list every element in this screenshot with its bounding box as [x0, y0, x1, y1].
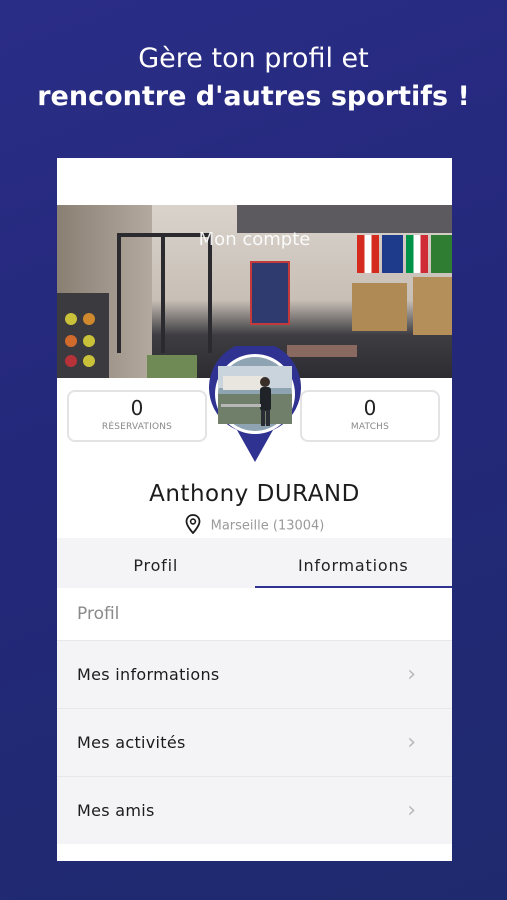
kettlebell-shelf — [57, 293, 109, 378]
wood-panel — [413, 277, 452, 335]
floor-mat — [147, 355, 197, 378]
chevron-right-icon: › — [407, 730, 416, 755]
wood-panel — [352, 283, 407, 331]
menu-item-label: Mes amis — [77, 801, 155, 820]
profile-tabs: Profil Informations — [57, 538, 452, 588]
avatar[interactable] — [207, 341, 303, 466]
matches-count: 0 — [363, 396, 377, 420]
chevron-right-icon: › — [407, 798, 416, 823]
tab-profil[interactable]: Profil — [57, 538, 255, 588]
location-text: Marseille (13004) — [210, 518, 325, 534]
section-title: Profil — [57, 588, 452, 640]
page-title: Mon compte — [198, 229, 311, 250]
wall-poster — [250, 261, 290, 325]
matches-stat[interactable]: 0 MATCHS — [300, 390, 440, 442]
reservations-stat[interactable]: 0 RÉSERVATIONS — [67, 390, 207, 442]
location-pin-icon — [185, 514, 201, 538]
reservations-count: 0 — [130, 396, 144, 420]
chevron-right-icon: › — [407, 662, 416, 687]
user-name: Anthony DURAND — [149, 481, 360, 507]
menu-item-label: Mes activités — [77, 733, 186, 752]
promo-line-2: rencontre d'autres sportifs ! — [37, 81, 470, 112]
menu-item-mes-amis[interactable]: Mes amis › — [57, 776, 452, 844]
phone-screen: Mon compte 0 RÉSERVATIONS 0 MATCHS Antho… — [57, 158, 452, 861]
matches-label: MATCHS — [350, 422, 390, 432]
profile-header: 0 RÉSERVATIONS 0 MATCHS Anthony DURAND M… — [57, 341, 452, 538]
promo-headline: Gère ton profil et rencontre d'autres sp… — [0, 40, 507, 116]
promo-line-1: Gère ton profil et — [138, 43, 369, 74]
pullup-rack — [117, 233, 212, 353]
list-end — [57, 844, 452, 861]
menu-item-label: Mes informations — [77, 665, 220, 684]
status-bar — [57, 158, 452, 205]
menu-item-mes-activites[interactable]: Mes activités › — [57, 708, 452, 776]
menu-item-mes-informations[interactable]: Mes informations › — [57, 640, 452, 708]
tab-informations[interactable]: Informations — [254, 538, 453, 588]
reservations-label: RÉSERVATIONS — [101, 422, 173, 432]
user-location: Marseille (13004) — [57, 514, 452, 538]
avatar-pin-icon — [209, 341, 301, 462]
